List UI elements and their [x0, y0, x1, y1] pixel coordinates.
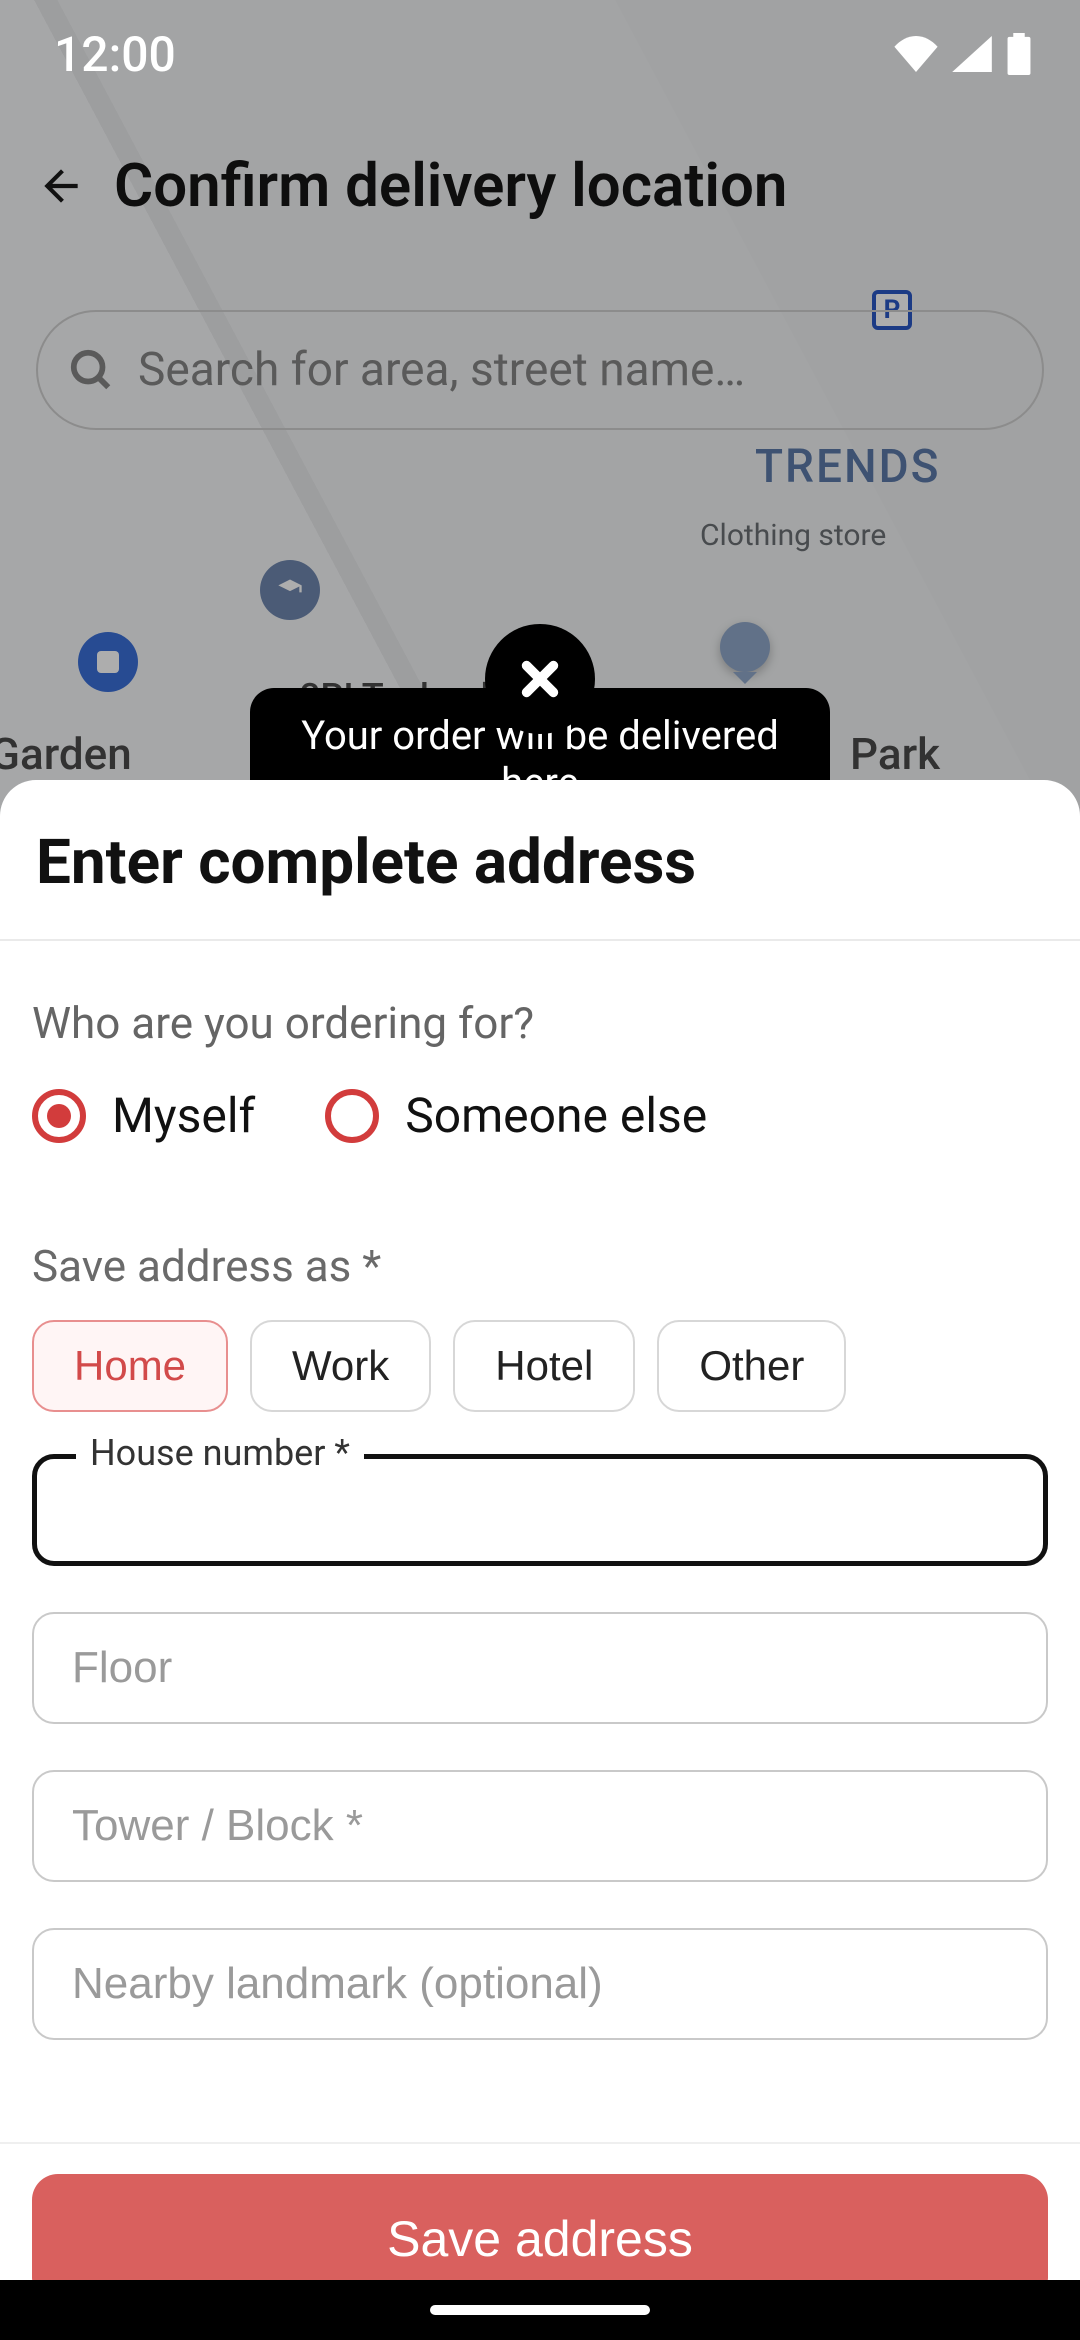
house-number-label: House number *	[76, 1432, 364, 1474]
search-placeholder: Search for area, street name…	[138, 343, 745, 397]
search-input[interactable]: Search for area, street name…	[36, 310, 1044, 430]
gesture-handle[interactable]	[430, 2305, 650, 2315]
radio-label: Myself	[112, 1087, 255, 1144]
back-arrow-icon[interactable]	[36, 161, 86, 211]
page-title: Confirm delivery location	[114, 150, 787, 221]
status-bar: 12:00	[0, 0, 1080, 108]
wifi-icon	[894, 36, 938, 72]
landmark-input[interactable]	[32, 1928, 1048, 2040]
battery-icon	[1006, 33, 1032, 75]
radio-label: Someone else	[405, 1087, 707, 1144]
tower-input[interactable]	[32, 1770, 1048, 1882]
sheet-title: Enter complete address	[0, 780, 1080, 941]
tower-field-wrap	[32, 1770, 1048, 1882]
floor-field-wrap	[32, 1612, 1048, 1724]
sheet-body: Who are you ordering for? Myself Someone…	[0, 941, 1080, 2142]
radio-someone-else[interactable]: Someone else	[325, 1087, 707, 1144]
ordering-for-label: Who are you ordering for?	[32, 997, 1048, 1049]
page-header: Confirm delivery location	[0, 150, 1080, 221]
system-nav-bar	[0, 2280, 1080, 2340]
address-sheet: Enter complete address Who are you order…	[0, 780, 1080, 2340]
landmark-field-wrap	[32, 1928, 1048, 2040]
radio-indicator-icon	[32, 1089, 86, 1143]
cellular-icon	[952, 36, 992, 72]
chip-hotel[interactable]: Hotel	[453, 1320, 635, 1412]
radio-indicator-icon	[325, 1089, 379, 1143]
house-number-field-wrap: House number *	[32, 1454, 1048, 1566]
ordering-for-radio-group: Myself Someone else	[32, 1087, 1048, 1144]
status-icons	[894, 33, 1032, 75]
chip-work[interactable]: Work	[250, 1320, 431, 1412]
chip-home[interactable]: Home	[32, 1320, 228, 1412]
save-as-chips: Home Work Hotel Other	[32, 1320, 1048, 1412]
close-icon	[517, 656, 563, 702]
save-as-label: Save address as *	[32, 1240, 1048, 1292]
radio-myself[interactable]: Myself	[32, 1087, 255, 1144]
floor-input[interactable]	[32, 1612, 1048, 1724]
close-sheet-button[interactable]	[485, 624, 595, 734]
search-icon	[68, 347, 114, 393]
status-time: 12:00	[54, 26, 176, 83]
chip-other[interactable]: Other	[657, 1320, 846, 1412]
